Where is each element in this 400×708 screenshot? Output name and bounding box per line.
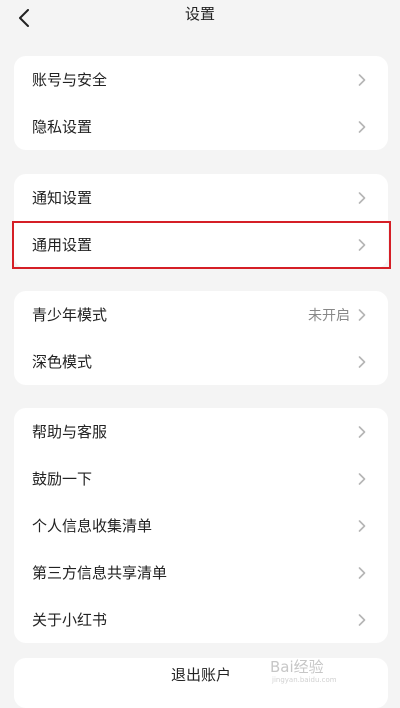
settings-item-label: 个人信息收集清单 [32, 517, 153, 535]
settings-item-third-party-list[interactable]: 第三方信息共享清单 [14, 549, 388, 596]
settings-item-label: 青少年模式 [32, 306, 108, 324]
settings-item-teen-mode[interactable]: 青少年模式 未开启 [14, 291, 388, 338]
settings-item-notifications[interactable]: 通知设置 [14, 174, 388, 221]
settings-item-encourage[interactable]: 鼓励一下 [14, 455, 388, 502]
settings-item-dark-mode[interactable]: 深色模式 [14, 338, 388, 385]
settings-item-help[interactable]: 帮助与客服 [14, 408, 388, 455]
settings-item-account-security[interactable]: 账号与安全 [14, 56, 388, 103]
settings-item-label: 深色模式 [32, 353, 93, 371]
settings-group-modes: 青少年模式 未开启 深色模式 [14, 291, 388, 385]
settings-item-label: 通知设置 [32, 189, 93, 207]
settings-group-notifications: 通知设置 通用设置 [14, 174, 388, 268]
chevron-right-icon [358, 425, 366, 438]
settings-item-label: 鼓励一下 [32, 470, 93, 488]
chevron-right-icon [358, 238, 366, 251]
nav-bar: 设置 [0, 0, 400, 40]
chevron-right-icon [358, 519, 366, 532]
settings-item-privacy[interactable]: 隐私设置 [14, 103, 388, 150]
settings-group-help: 帮助与客服 鼓励一下 个人信息收集清单 第三方信息共享清单 关于小红书 [14, 408, 388, 643]
chevron-right-icon [358, 73, 366, 86]
chevron-right-icon [358, 613, 366, 626]
settings-item-label: 通用设置 [32, 236, 93, 254]
watermark-text: Bai经验 [270, 658, 324, 676]
settings-item-label: 帮助与客服 [32, 423, 108, 441]
settings-group-account: 账号与安全 隐私设置 [14, 56, 388, 150]
page-title: 设置 [184, 5, 215, 23]
settings-item-about[interactable]: 关于小红书 [14, 596, 388, 643]
settings-item-label: 第三方信息共享清单 [32, 564, 168, 582]
chevron-right-icon [358, 191, 366, 204]
chevron-right-icon [358, 472, 366, 485]
settings-item-label: 隐私设置 [32, 118, 93, 136]
teen-mode-status: 未开启 [308, 307, 350, 324]
chevron-right-icon [358, 355, 366, 368]
watermark-logo: Bai经验 jingyan.baidu.com [270, 658, 337, 684]
settings-item-general[interactable]: 通用设置 [14, 221, 388, 268]
chevron-right-icon [358, 308, 366, 321]
settings-item-personal-info-list[interactable]: 个人信息收集清单 [14, 502, 388, 549]
settings-item-label: 账号与安全 [32, 71, 108, 89]
settings-item-label: 关于小红书 [32, 611, 108, 629]
watermark-subtext: jingyan.baidu.com [271, 676, 337, 684]
chevron-right-icon [358, 566, 366, 579]
chevron-right-icon [358, 120, 366, 133]
